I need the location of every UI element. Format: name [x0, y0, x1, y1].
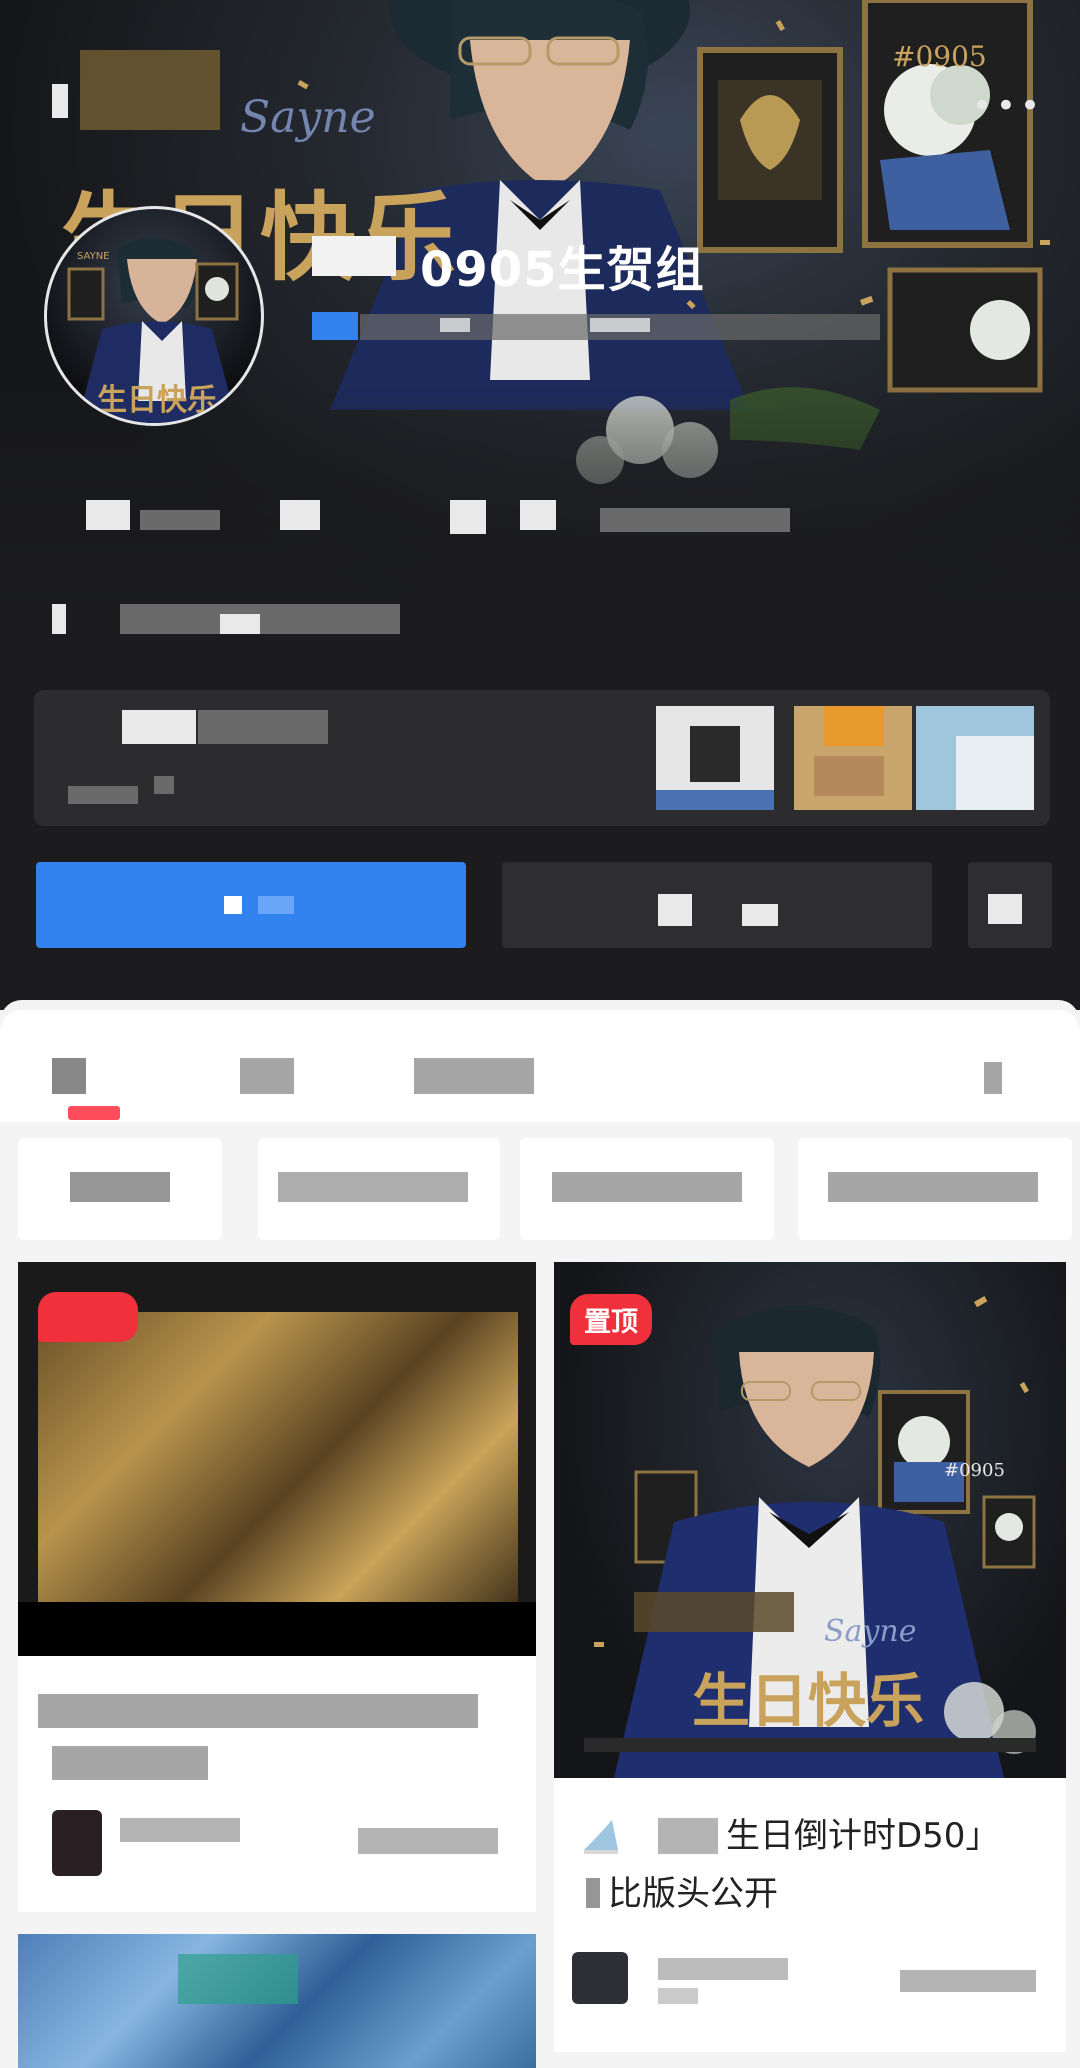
mosaic-block — [120, 604, 400, 634]
author-name — [120, 1818, 240, 1842]
mosaic-block — [280, 500, 320, 530]
mosaic-block — [52, 84, 68, 118]
search-icon[interactable] — [984, 1062, 1002, 1094]
cover-script: Sayne — [824, 1614, 917, 1649]
note-cover — [18, 1262, 536, 1656]
mosaic-block — [440, 318, 470, 332]
avatar-tag: SAYNE — [77, 251, 110, 262]
banner-fade — [0, 380, 1080, 700]
note-card[interactable] — [18, 1262, 536, 1912]
mosaic-block — [590, 318, 650, 332]
mosaic-block — [312, 312, 358, 340]
filter-chip[interactable] — [18, 1138, 222, 1240]
banner-tag: #0905 — [892, 40, 987, 73]
mosaic-block — [656, 790, 774, 810]
filter-chip[interactable] — [798, 1138, 1072, 1240]
mosaic-block — [258, 896, 294, 914]
mosaic-block — [18, 1602, 536, 1656]
avatar[interactable]: 生日快乐 SAYNE — [44, 206, 264, 426]
message-button[interactable] — [502, 862, 932, 948]
note-card-pinned[interactable]: #0905 Sayne 生日快乐 置顶 生日倒计时D50」 比版头公开 — [554, 1262, 1066, 2052]
mosaic-block — [824, 706, 884, 746]
pin-badge — [38, 1292, 138, 1342]
pin-badge: 置顶 — [570, 1294, 652, 1345]
like-count[interactable] — [358, 1828, 498, 1854]
tab-bar — [0, 1010, 1080, 1122]
mosaic-block — [86, 500, 130, 530]
mosaic-block — [312, 236, 396, 276]
banner-script: Sayne — [240, 92, 376, 143]
mosaic-block — [742, 904, 778, 926]
group-name: 0905生贺组 — [420, 242, 705, 298]
mosaic-block — [552, 1172, 742, 1202]
mosaic-block — [140, 510, 220, 530]
mosaic-block — [956, 736, 1034, 810]
filter-chip[interactable] — [520, 1138, 774, 1240]
mosaic-block — [690, 726, 740, 782]
author-name — [658, 1988, 698, 2004]
mosaic-block — [38, 1312, 518, 1612]
mosaic-block — [658, 894, 692, 926]
mosaic-block — [80, 50, 220, 130]
filter-chip[interactable] — [258, 1138, 500, 1240]
mosaic-block — [600, 508, 790, 532]
mosaic-block — [122, 710, 196, 744]
mosaic-block — [828, 1172, 1038, 1202]
mosaic-block — [220, 614, 260, 634]
fan-avatar[interactable] — [794, 706, 912, 810]
mosaic-block — [586, 1878, 600, 1908]
mosaic-block — [584, 1738, 1036, 1752]
tab-indicator — [68, 1106, 120, 1120]
mosaic-block — [634, 1592, 794, 1632]
mosaic-block — [198, 710, 328, 744]
follow-button[interactable] — [36, 862, 466, 948]
mosaic-block — [70, 1172, 170, 1202]
mosaic-block — [988, 894, 1022, 924]
mosaic-block — [658, 1818, 718, 1854]
cover-headline: 生日快乐 — [692, 1667, 925, 1735]
title-emoji-icon — [578, 1810, 624, 1856]
mosaic-block — [68, 786, 138, 804]
tab-collections[interactable] — [240, 1058, 294, 1094]
note-title-line2: 比版头公开 — [608, 1874, 778, 1914]
fan-avatar[interactable] — [916, 706, 1034, 810]
mosaic-block — [814, 756, 884, 796]
author-avatar[interactable] — [572, 1952, 628, 2004]
avatar-headline: 生日快乐 — [97, 383, 217, 418]
mosaic-block — [178, 1954, 298, 2004]
more-dots-icon[interactable]: ••• — [972, 86, 1044, 126]
cover-tag: #0905 — [944, 1460, 1005, 1481]
mosaic-block — [154, 776, 174, 794]
tab-liked[interactable] — [414, 1058, 534, 1094]
author-name — [658, 1958, 788, 1980]
profile-header: #0905 生日快乐 Sayne ••• 生日快乐 SAYNE 0905生贺组 — [0, 0, 1080, 1010]
note-title — [38, 1694, 478, 1728]
more-options-button[interactable] — [968, 862, 1052, 948]
mosaic-block — [278, 1172, 468, 1202]
mosaic-block — [52, 604, 66, 634]
note-title — [52, 1746, 208, 1780]
like-count[interactable] — [900, 1970, 1036, 1992]
note-card[interactable] — [18, 1934, 536, 2068]
tab-posts[interactable] — [52, 1058, 86, 1094]
mosaic-block — [450, 500, 486, 534]
author-avatar[interactable] — [52, 1810, 102, 1876]
fan-avatar[interactable] — [656, 706, 774, 810]
note-cover: #0905 Sayne 生日快乐 置顶 — [554, 1262, 1066, 1778]
note-title-line1: 生日倒计时D50」 — [726, 1816, 1000, 1856]
mosaic-block — [224, 896, 242, 914]
mosaic-block — [520, 500, 556, 530]
